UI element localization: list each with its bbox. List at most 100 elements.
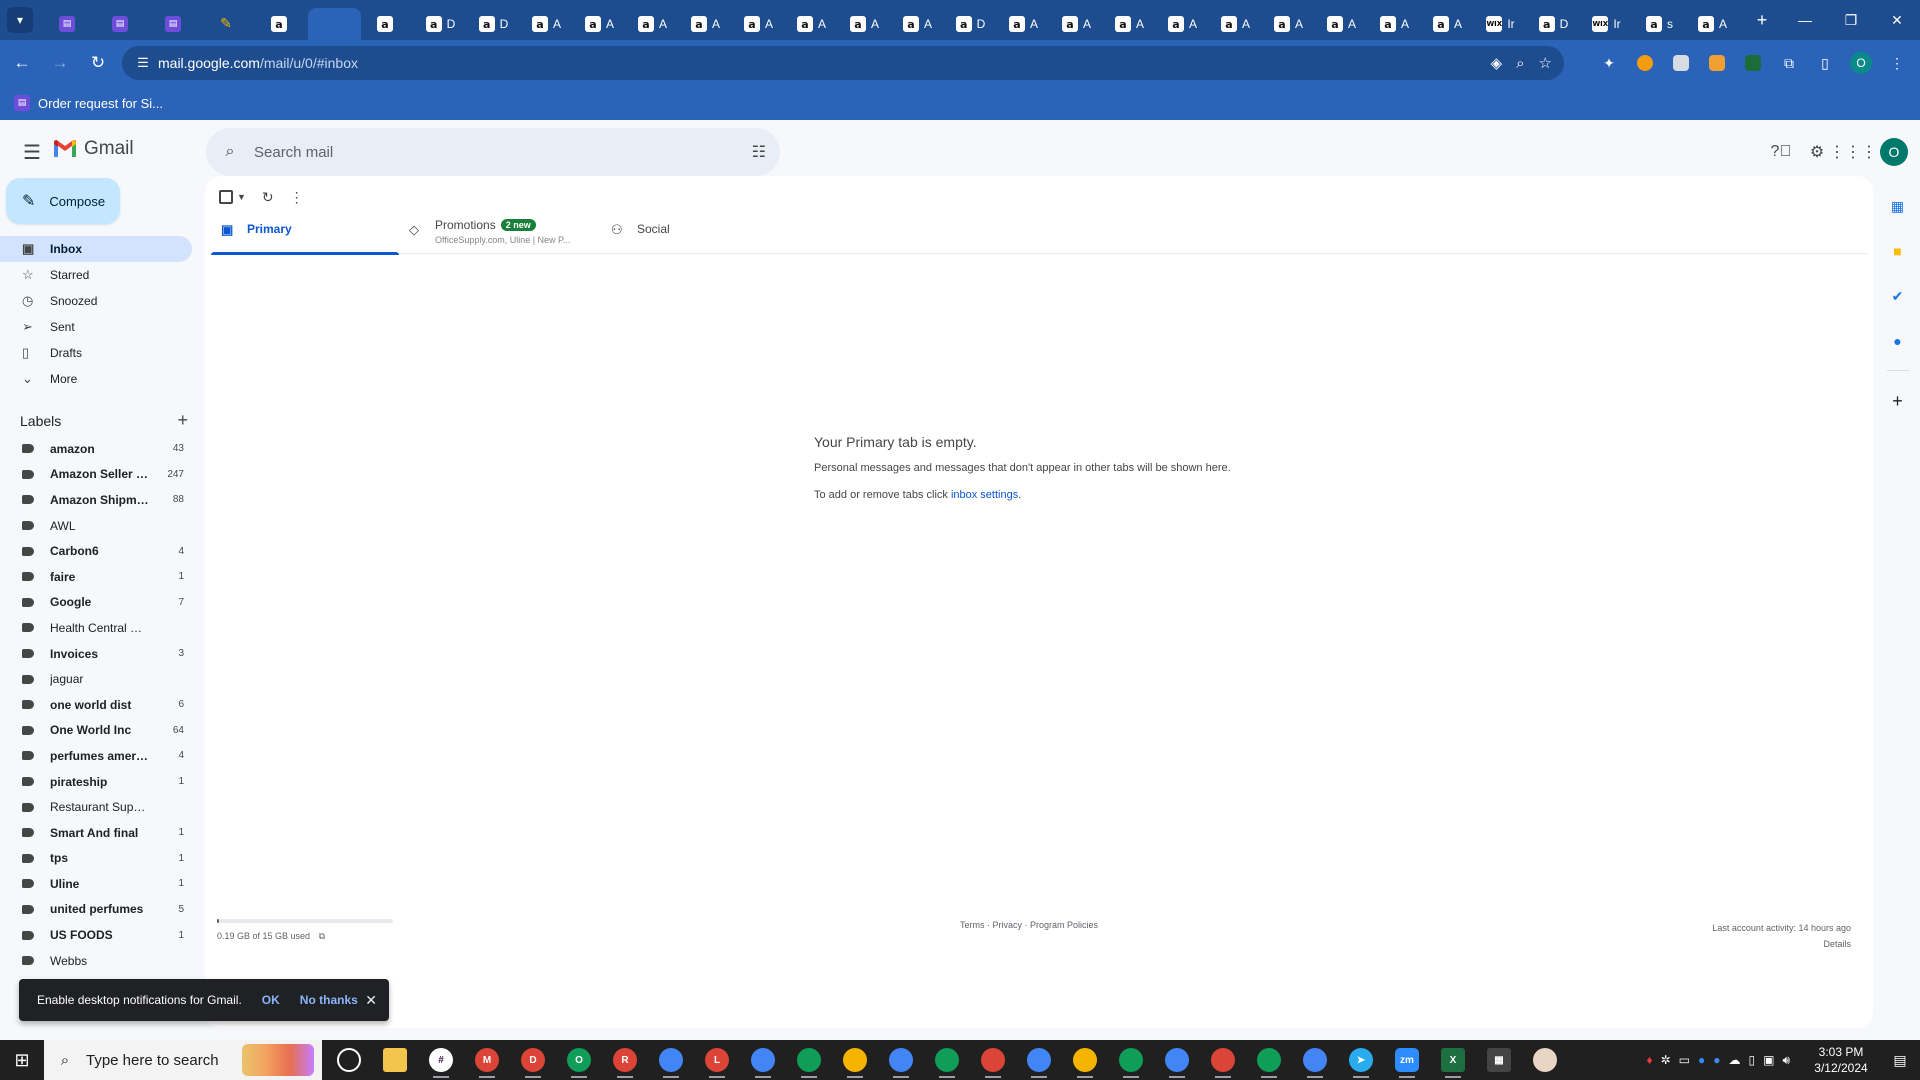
search-input[interactable] [254,143,714,161]
label-item[interactable]: faire 1 [0,564,192,590]
footer-links[interactable]: Terms · Privacy · Program Policies [960,920,1098,930]
browser-tab[interactable]: aA [1103,8,1156,40]
profile-avatar[interactable]: O [1848,50,1874,76]
chrome-icon[interactable] [1016,1040,1062,1080]
zoom-icon[interactable]: zm [1384,1040,1430,1080]
calendar-icon[interactable]: ▦ [1883,191,1913,221]
browser-tab[interactable]: aA [1209,8,1262,40]
chrome-icon[interactable] [970,1040,1016,1080]
label-item[interactable]: pirateship 1 [0,769,192,795]
network-icon[interactable]: ▣ [1763,1053,1774,1068]
chrome-profile-m-icon[interactable]: M [464,1040,510,1080]
label-item[interactable]: Smart And final 1 [0,820,192,846]
display-icon[interactable]: ▭ [1679,1053,1690,1068]
chrome-icon[interactable] [832,1040,878,1080]
label-item[interactable]: jaguar [0,666,192,692]
tab-promotions[interactable]: ◇ Promotions 2 new OfficeSupply.com, Uli… [399,212,601,254]
address-bar[interactable]: ☰ mail.google.com/mail/u/0/#inbox ◈ ⌕ ☆ [122,46,1564,80]
chrome-icon[interactable] [1062,1040,1108,1080]
tab-primary[interactable]: ▣ Primary [211,212,399,255]
extension-orange-icon[interactable] [1632,50,1658,76]
add-addon-icon[interactable]: + [1883,386,1913,416]
browser-tab[interactable]: aA [573,8,626,40]
browser-tab[interactable]: aA [1262,8,1315,40]
extensions-puzzle-icon[interactable]: ⧉ [1776,50,1802,76]
label-item[interactable]: Webbs [0,948,192,974]
chrome-icon[interactable] [1292,1040,1338,1080]
chrome-icon[interactable] [1246,1040,1292,1080]
extension-dark-icon[interactable] [1740,50,1766,76]
volume-icon[interactable]: 🔊︎ [1782,1053,1790,1068]
label-item[interactable]: Restaurant Supply D [0,794,192,820]
url-text[interactable]: mail.google.com/mail/u/0/#inbox [158,55,358,71]
chrome-profile-o-icon[interactable]: O [556,1040,602,1080]
antivirus-icon[interactable]: ♦ [1646,1053,1652,1068]
bookmark-star-icon[interactable]: ☆ [1539,54,1552,72]
browser-tab[interactable]: aA [520,8,573,40]
label-item[interactable]: tps 1 [0,846,192,872]
browser-tab[interactable]: WIX Ir [1580,8,1633,40]
side-panel-icon[interactable]: ▯ [1812,50,1838,76]
label-item[interactable]: Carbon6 4 [0,538,192,564]
tab-search-button[interactable]: ▾ [7,7,33,33]
label-item[interactable]: AWL [0,513,192,539]
battery-icon[interactable]: ▯ [1748,1053,1755,1068]
keep-icon[interactable]: ■ [1883,236,1913,266]
label-item[interactable]: Invoices 3 [0,641,192,667]
browser-tab[interactable]: aD [944,8,997,40]
compose-button[interactable]: ✎ Compose [6,178,120,224]
inbox-settings-link[interactable]: inbox settings [951,489,1018,501]
more-options-icon[interactable]: ⋮ [290,189,304,206]
browser-tab[interactable]: ▤ [96,8,149,40]
nav-item-drafts[interactable]: ▯ Drafts [0,340,192,366]
browser-tab[interactable]: ▤ [43,8,96,40]
browser-tab[interactable]: aA [1315,8,1368,40]
clock[interactable]: 3:03 PM 3/12/2024 [1802,1044,1880,1076]
reload-button[interactable]: ↻ [82,47,114,79]
browser-tab[interactable]: aA [997,8,1050,40]
label-item[interactable]: perfumes america 4 [0,743,192,769]
browser-tab[interactable]: a [361,8,414,40]
chrome-profile-d-icon[interactable]: D [510,1040,556,1080]
chrome-icon[interactable] [1154,1040,1200,1080]
chrome-profile-r-icon[interactable]: R [602,1040,648,1080]
excel-icon[interactable]: X [1430,1040,1476,1080]
account-avatar[interactable]: O [1880,138,1908,166]
nav-item-snoozed[interactable]: ◷ Snoozed [0,288,192,314]
browser-tab[interactable]: aA [1156,8,1209,40]
browser-tab[interactable]: aA [679,8,732,40]
close-icon[interactable]: ✕ [365,992,377,1009]
browser-tab[interactable]: aA [1368,8,1421,40]
notifications-icon[interactable]: ▤ [1880,1052,1920,1069]
external-link-icon[interactable]: ⧉ [319,931,325,941]
zoom-tray-icon[interactable]: ● [1698,1053,1705,1068]
calculator-icon[interactable]: ▦ [1476,1040,1522,1080]
minimize-button[interactable]: — [1782,0,1828,40]
chrome-icon[interactable] [740,1040,786,1080]
contacts-icon[interactable]: ● [1883,326,1913,356]
browser-tab[interactable]: aA [1421,8,1474,40]
tasks-icon[interactable]: ✔ [1883,281,1913,311]
gmail-logo[interactable]: Gmail [52,138,134,160]
label-item[interactable]: US FOODS 1 [0,922,192,948]
chrome-tray-icon[interactable]: ● [1713,1053,1720,1068]
slack-icon[interactable]: # [418,1040,464,1080]
label-item[interactable]: Amazon Shipment 88 [0,487,192,513]
chrome-icon[interactable] [1200,1040,1246,1080]
chrome-icon[interactable] [786,1040,832,1080]
label-item[interactable]: One World Inc 64 [0,718,192,744]
nav-item-sent[interactable]: ➢ Sent [0,314,192,340]
browser-tab[interactable]: ✎ [202,8,255,40]
forward-button[interactable]: → [44,47,76,79]
chrome-icon[interactable] [878,1040,924,1080]
telegram-icon[interactable]: ➤ [1338,1040,1384,1080]
back-button[interactable]: ← [6,47,38,79]
tab-social[interactable]: ⚇ Social [601,212,761,254]
windows-start-icon[interactable]: ⊞ [0,1040,44,1080]
browser-tab[interactable]: aA [838,8,891,40]
chrome-icon[interactable] [648,1040,694,1080]
search-bar[interactable]: ⌕ ☷ [206,128,780,176]
browser-tab[interactable]: aA [785,8,838,40]
paint-icon[interactable] [1522,1040,1568,1080]
settings-gear-icon[interactable]: ⚙ [1802,137,1832,167]
